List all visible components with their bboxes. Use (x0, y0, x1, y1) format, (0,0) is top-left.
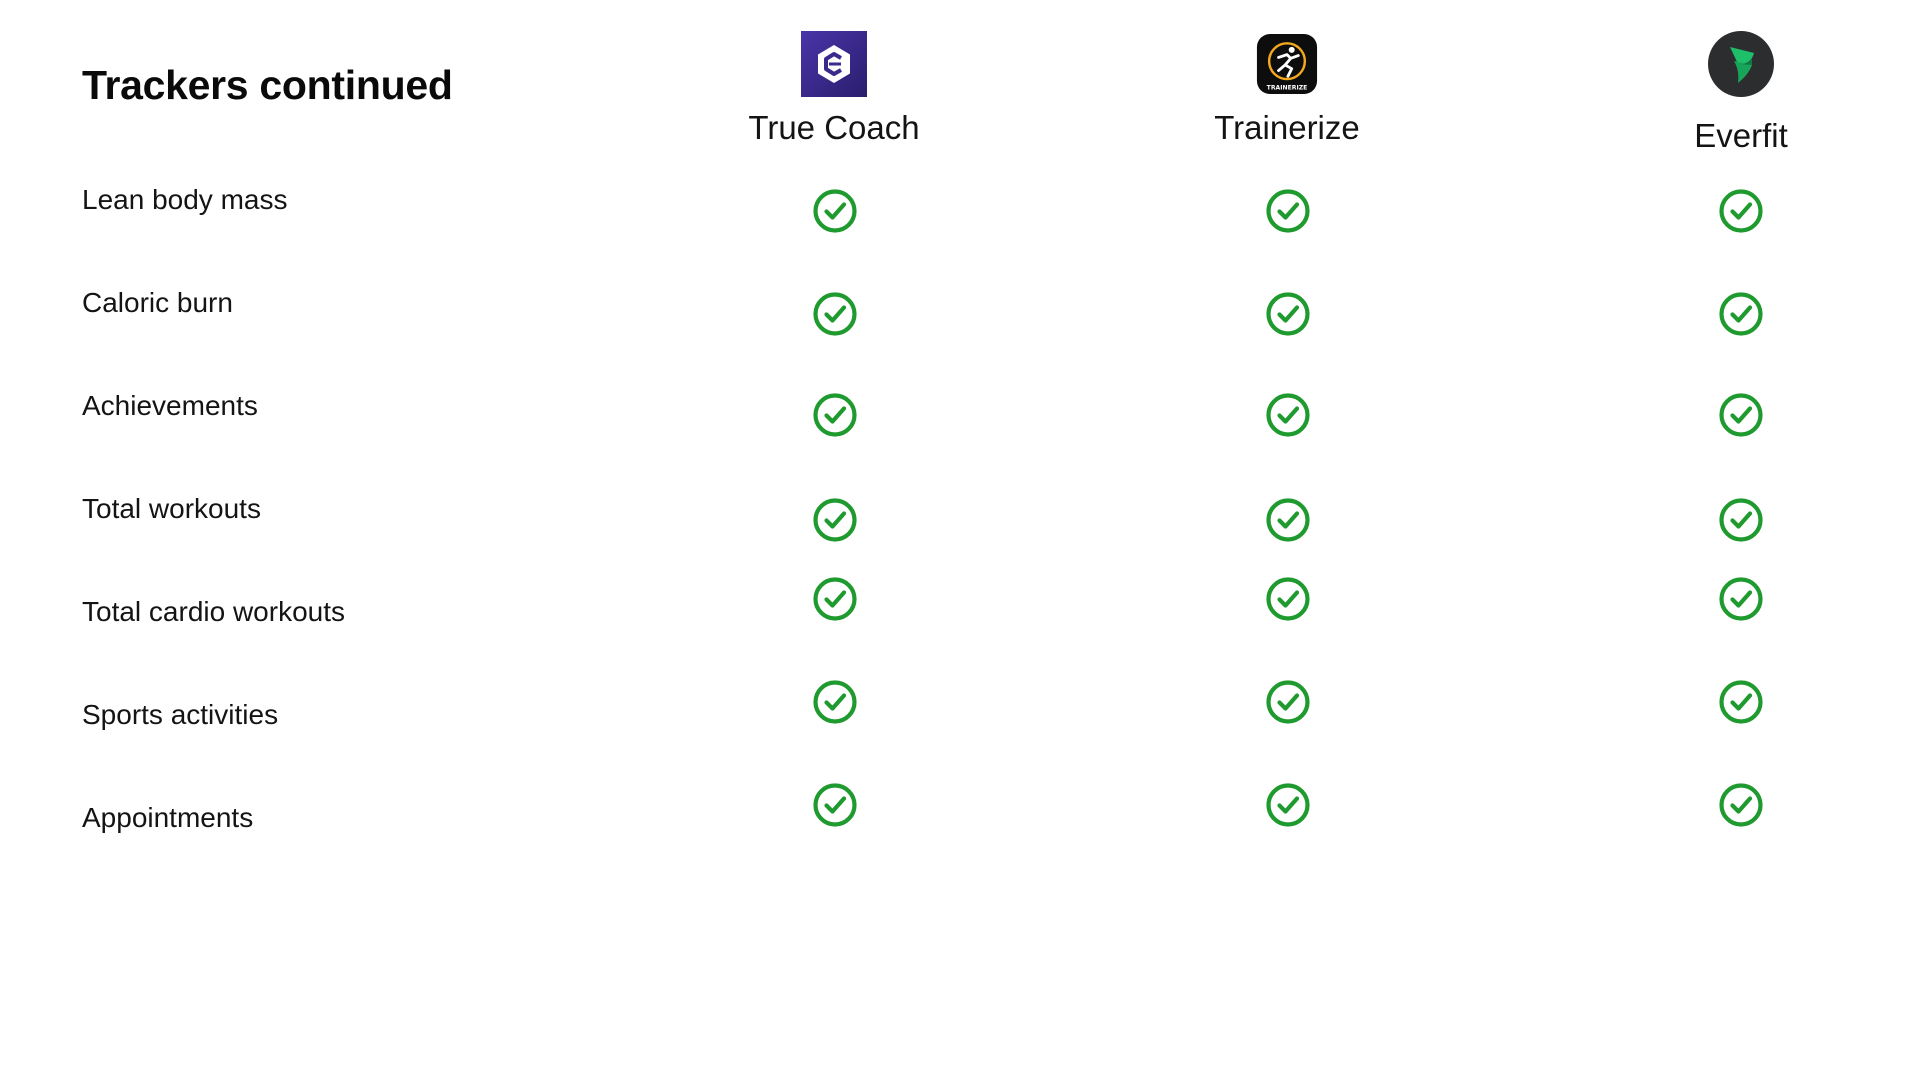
check-circle-icon (1266, 498, 1310, 542)
comparison-slide: Trackers continued True Coach TRAINERIZE (0, 0, 1920, 1080)
check-circle-icon (1266, 680, 1310, 724)
app-header-truecoach: True Coach (684, 31, 984, 147)
page-title: Trackers continued (82, 62, 453, 108)
check-circle-icon (1719, 680, 1763, 724)
trainerize-logo-text: TRAINERIZE (1267, 84, 1308, 91)
app-name-trainerize: Trainerize (1214, 109, 1360, 146)
check-circle-icon (1719, 189, 1763, 233)
check-circle-icon (1719, 393, 1763, 437)
trainerize-logo-icon: TRAINERIZE (1256, 33, 1318, 95)
check-circle-icon (1266, 292, 1310, 336)
truecoach-logo-icon (801, 31, 867, 97)
check-circle-icon (813, 680, 857, 724)
check-circle-icon (1719, 292, 1763, 336)
check-circle-icon (1719, 577, 1763, 621)
check-circle-icon (1266, 577, 1310, 621)
row-label-sports-activities: Sports activities (82, 699, 279, 730)
everfit-logo-icon (1708, 31, 1774, 97)
row-label-total-workouts: Total workouts (82, 493, 261, 524)
check-circle-icon (813, 498, 857, 542)
row-label-achievements: Achievements (82, 390, 258, 421)
row-label-appointments: Appointments (82, 802, 254, 833)
app-name-truecoach: True Coach (748, 109, 920, 146)
row-label-lean-body-mass: Lean body mass (82, 184, 288, 215)
row-label-total-cardio-workouts: Total cardio workouts (82, 596, 346, 627)
app-header-everfit: Everfit (1591, 31, 1891, 155)
check-circle-icon (1266, 189, 1310, 233)
app-name-everfit: Everfit (1694, 117, 1788, 154)
check-circle-icon (813, 189, 857, 233)
app-header-trainerize: TRAINERIZE Trainerize (1137, 31, 1437, 147)
check-circle-icon (813, 292, 857, 336)
check-circle-icon (813, 393, 857, 437)
check-circle-icon (1719, 498, 1763, 542)
row-label-caloric-burn: Caloric burn (82, 287, 233, 318)
check-circle-icon (1266, 393, 1310, 437)
check-circle-icon (813, 783, 857, 827)
check-circle-icon (1266, 783, 1310, 827)
check-circle-icon (813, 577, 857, 621)
check-circle-icon (1719, 783, 1763, 827)
